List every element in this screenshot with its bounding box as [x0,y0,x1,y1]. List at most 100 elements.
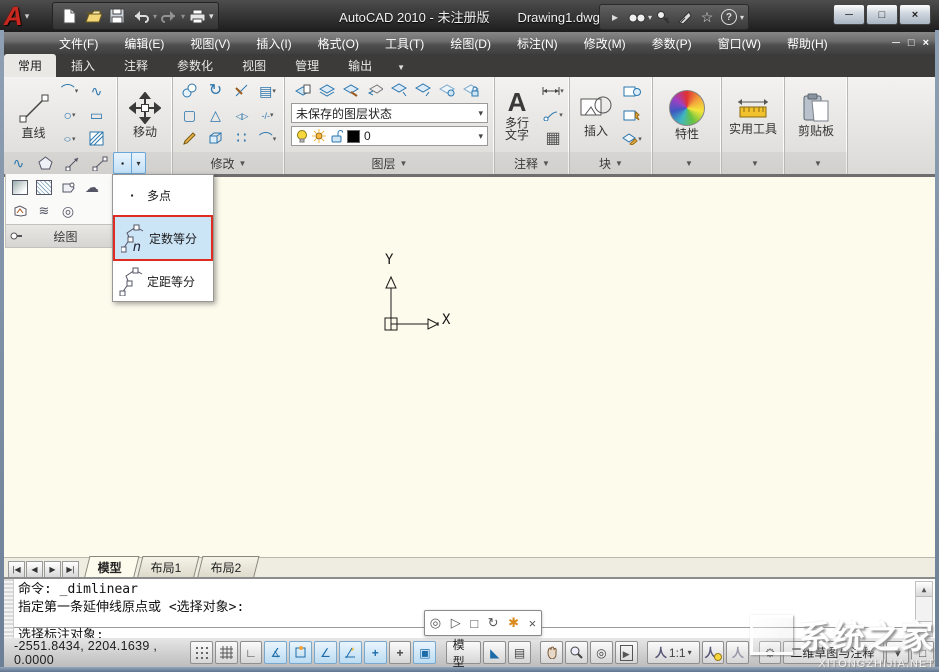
layer-properties-button[interactable] [291,80,315,100]
pan-button[interactable] [540,641,563,664]
osnap-toggle[interactable] [289,641,312,664]
new-file-button[interactable] [57,5,81,27]
tab-annotate[interactable]: 注释 [110,54,162,77]
polyline-button[interactable] [85,79,109,103]
modify-panel-footer[interactable]: 修改 [173,152,284,174]
search-button[interactable] [626,7,648,27]
insert-message-button[interactable] [508,615,519,631]
save-button[interactable] [105,5,129,27]
layer-lock-button[interactable] [459,80,483,100]
layer-state-button[interactable] [315,80,339,100]
boundary-button[interactable] [32,176,56,199]
gradient-button[interactable] [8,176,32,199]
divide-tool-button[interactable] [86,153,113,173]
polygon-button[interactable] [32,153,59,173]
quick-view-drawings-button[interactable] [508,641,531,664]
scale-button[interactable] [203,103,229,127]
layers-panel-footer[interactable]: 图层 [285,152,494,174]
layer-previous-button[interactable] [363,80,387,100]
menu-format[interactable]: 格式(O) [305,32,372,54]
move-button[interactable]: 移动 [125,90,165,140]
zoom-button[interactable] [565,641,588,664]
menu-dimension[interactable]: 标注(N) [504,32,571,54]
menu-view[interactable]: 视图(V) [177,32,243,54]
hatch-button[interactable] [85,127,109,151]
define-attributes-button[interactable] [617,127,647,151]
layer-state-dropdown[interactable]: 未保存的图层状态 [291,103,488,123]
loop-button[interactable] [488,615,499,631]
annotation-visibility-button[interactable] [702,641,725,664]
app-menu-button[interactable]: A [4,2,44,30]
scroll-down-icon[interactable] [916,621,932,636]
snap-toggle[interactable] [190,641,213,664]
leader-button[interactable] [538,103,568,127]
menu-item-multiple-points[interactable]: 多点 [113,175,213,215]
stretch-button[interactable] [177,103,203,127]
tab-view[interactable]: 视图 [228,54,280,77]
command-grip[interactable] [4,579,14,640]
block-panel-footer[interactable]: 块 [570,152,652,174]
menu-item-divide[interactable]: n 定数等分 [113,215,213,261]
menu-parametric[interactable]: 参数(P) [639,32,705,54]
menu-help[interactable]: 帮助(H) [774,32,841,54]
revision-cloud-button[interactable] [80,176,104,199]
grid-toggle[interactable] [215,641,238,664]
menu-modify[interactable]: 修改(M) [571,32,639,54]
open-file-button[interactable] [81,5,105,27]
array-stack-button[interactable] [255,79,281,103]
tab-insert[interactable]: 插入 [57,54,109,77]
pin-icon[interactable] [10,230,23,242]
communication-center-button[interactable] [674,7,696,27]
favorites-button[interactable] [696,7,718,27]
insert-block-button[interactable]: 插入 [575,91,617,139]
qp-toggle[interactable] [413,641,436,664]
fillet-button[interactable] [255,127,281,151]
doc-close-button[interactable] [923,37,929,49]
utilities-button[interactable]: 实用工具 [725,93,781,137]
clean-screen-button[interactable] [911,641,934,664]
infocenter-expand-icon[interactable] [604,7,626,27]
array-button[interactable] [229,127,255,151]
tab-home[interactable]: 常用 [4,54,56,77]
menu-edit[interactable]: 编辑(E) [111,32,177,54]
tab-output[interactable]: 输出 [334,54,386,77]
scroll-up-icon[interactable] [916,582,932,597]
menu-tools[interactable]: 工具(T) [372,32,437,54]
layer-freeze-button[interactable] [435,80,459,100]
tab-manage[interactable]: 管理 [281,54,333,77]
measure-button[interactable] [59,153,86,173]
menu-file[interactable]: 文件(F) [46,32,111,54]
linear-dimension-button[interactable] [538,79,568,103]
close-recorder-button[interactable] [529,616,537,631]
tab-model[interactable]: 模型 [84,556,140,578]
point-dropdown-icon[interactable] [131,153,145,173]
menu-item-measure[interactable]: 定距等分 [113,261,213,301]
3d-polyline-button[interactable] [32,199,56,222]
minimize-button[interactable] [833,4,865,25]
tab-layout1[interactable]: 布局1 [137,556,199,578]
doc-restore-button[interactable] [908,37,915,49]
utilities-panel-footer[interactable] [722,152,784,174]
lwt-toggle[interactable] [389,641,412,664]
redo-dropdown-icon[interactable] [181,12,185,21]
polar-toggle[interactable] [264,641,287,664]
layer-unisolate-button[interactable] [411,80,435,100]
trim-button[interactable] [229,79,255,103]
donut-button[interactable] [56,199,80,222]
autoscale-button[interactable] [726,641,749,664]
play-button[interactable] [451,615,461,631]
rotate-button[interactable] [203,79,229,103]
status-overflow-button[interactable] [886,641,909,664]
circle-button[interactable] [55,103,85,127]
steering-wheel-button[interactable] [590,641,613,664]
doc-minimize-button[interactable] [892,37,900,49]
quick-view-layouts-button[interactable] [483,641,506,664]
tab-layout2[interactable]: 布局2 [197,556,259,578]
edit-attributes-button[interactable] [617,103,647,127]
close-button[interactable] [899,4,931,25]
record-button[interactable] [430,615,441,631]
erase-button[interactable] [177,127,203,151]
dyn-toggle[interactable] [364,641,387,664]
ribbon-minimize-icon[interactable] [397,62,405,77]
first-layout-button[interactable] [8,561,25,578]
